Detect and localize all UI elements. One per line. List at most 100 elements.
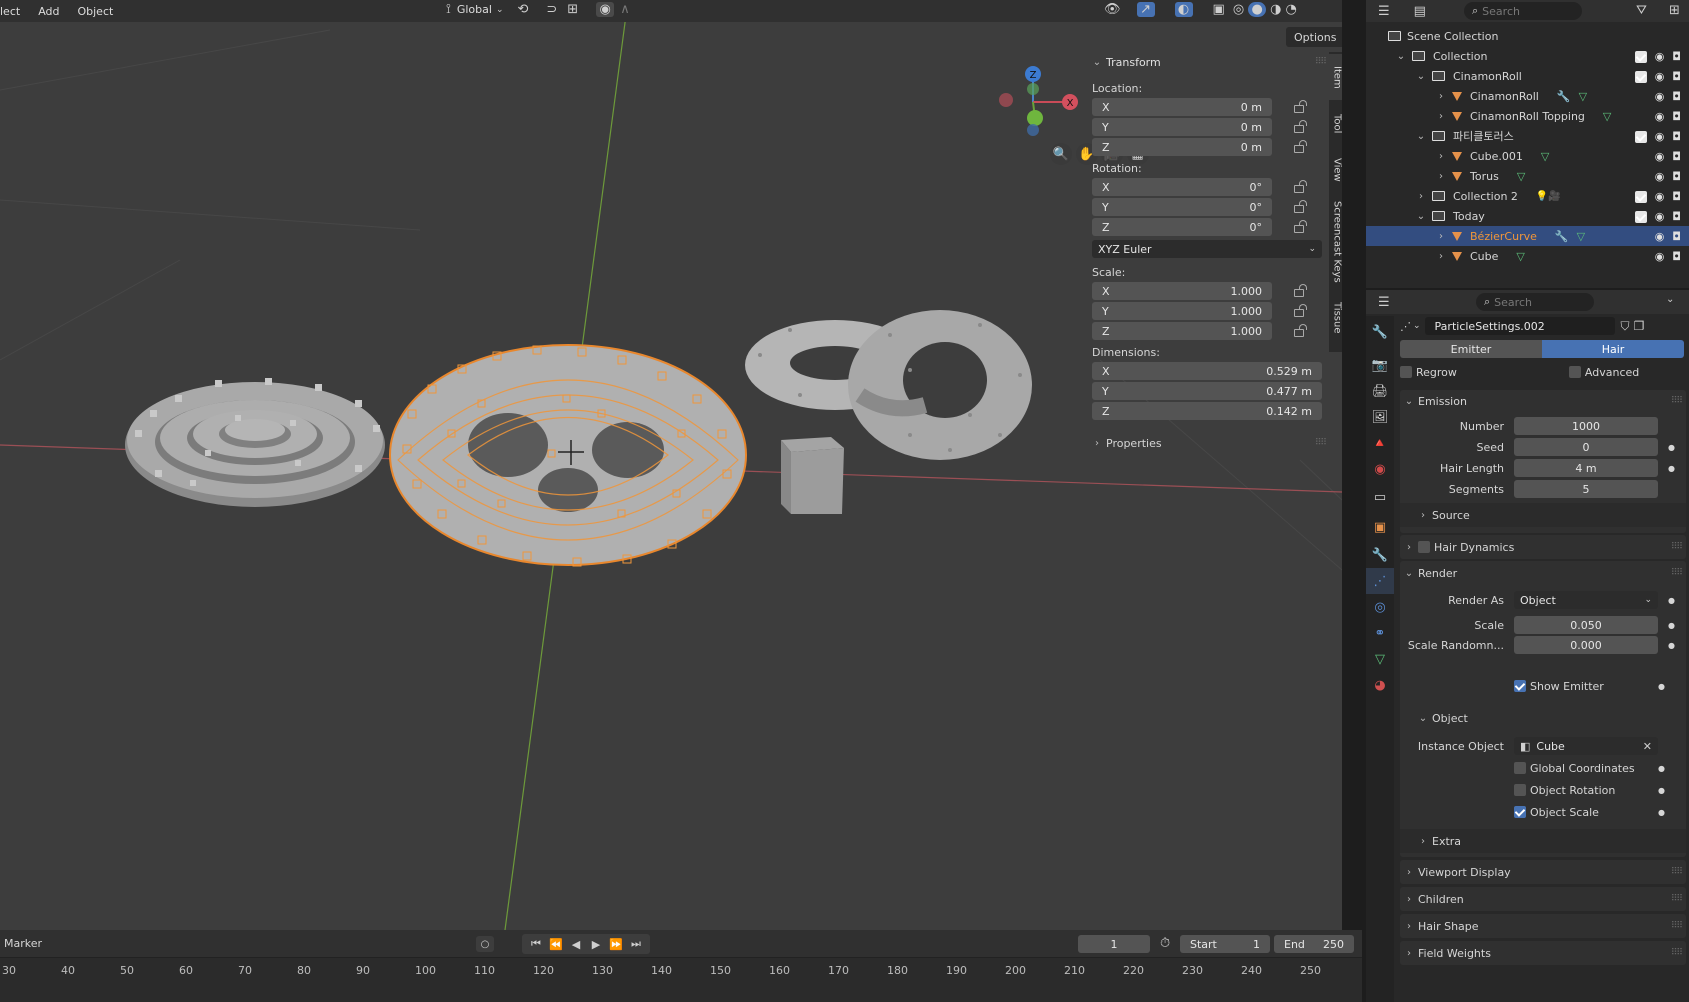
emission-field-input[interactable]: 0 xyxy=(1514,438,1658,456)
outliner-search-input[interactable]: ⌕ Search xyxy=(1464,2,1582,20)
bezier-curve-object[interactable] xyxy=(388,340,748,570)
exclude-checkbox[interactable] xyxy=(1634,50,1647,63)
rotation-mode-dropdown[interactable]: XYZ Euler ⌄ xyxy=(1092,240,1322,258)
xray-icon[interactable]: ▣ xyxy=(1213,2,1225,17)
outliner-item[interactable]: › CinamonRoll Topping ▽ ◉ ◘ xyxy=(1366,106,1689,126)
marker-menu[interactable]: Marker xyxy=(4,937,42,950)
scale-field[interactable]: Z 1.000 xyxy=(1092,322,1272,340)
extra-subpanel[interactable]: › Extra xyxy=(1400,829,1686,853)
lock-icon[interactable] xyxy=(1294,324,1307,337)
rotation-field[interactable]: Z 0° xyxy=(1092,218,1272,236)
eye-icon[interactable]: ◉ xyxy=(1655,210,1665,223)
outliner-item[interactable]: ⌄ CinamonRoll ◉ ◘ xyxy=(1366,66,1689,86)
modifier-tab-icon[interactable]: 🔧 xyxy=(1366,542,1394,568)
outliner-item[interactable]: ⌄ 파티클토러스 ◉ ◘ xyxy=(1366,126,1689,146)
rotation-field[interactable]: Y 0° xyxy=(1092,198,1272,216)
frame-ruler[interactable]: 30 40 50 60 70 80 90 100 110 120 130 140 150 160 170 18… xyxy=(0,958,1362,982)
eye-icon[interactable]: ◉ xyxy=(1655,230,1665,243)
cube-object[interactable] xyxy=(776,432,846,522)
mesh-data-icon[interactable]: ▽ xyxy=(1577,230,1585,243)
lock-icon[interactable] xyxy=(1294,100,1307,113)
keyframe-record-icon[interactable]: ○ xyxy=(476,936,494,952)
mesh-data-icon[interactable]: ▽ xyxy=(1579,90,1587,103)
render-camera-icon[interactable]: ◘ xyxy=(1672,210,1681,223)
modifier-icon[interactable]: 🔧 xyxy=(1555,230,1569,243)
render-scale-field[interactable]: 0.050 xyxy=(1514,616,1658,634)
material-tab-icon[interactable]: ◕ xyxy=(1366,672,1394,698)
next-keyframe-icon[interactable]: ⏩ xyxy=(606,938,626,951)
panel-children[interactable]: › Children ⠿⠿ xyxy=(1400,887,1686,911)
options-dropdown[interactable]: Options ⌄ xyxy=(1286,27,1342,47)
render-camera-icon[interactable]: ◘ xyxy=(1672,150,1681,163)
snap-icon[interactable]: ⊃ xyxy=(546,2,557,17)
hair-type-tab[interactable]: Hair xyxy=(1542,340,1684,358)
keyframe-dot[interactable]: ● xyxy=(1668,464,1675,473)
emission-field-input[interactable]: 1000 xyxy=(1514,417,1658,435)
jump-end-icon[interactable]: ⏭ xyxy=(626,937,646,951)
lock-icon[interactable] xyxy=(1294,140,1307,153)
wireframe-shading-icon[interactable]: ◎ xyxy=(1233,2,1244,17)
outliner-item[interactable]: › Cube.001 ▽ ◉ ◘ xyxy=(1366,146,1689,166)
render-camera-icon[interactable]: ◘ xyxy=(1672,250,1681,263)
lock-icon[interactable] xyxy=(1294,220,1307,233)
close-icon[interactable]: ✕ xyxy=(1643,740,1652,753)
scene-tab-icon[interactable]: 🔺 xyxy=(1366,430,1394,456)
drag-handle-icon[interactable]: ⠿⠿ xyxy=(1315,438,1327,448)
outliner-item[interactable]: ⌄ Collection ◉ ◘ xyxy=(1366,46,1689,66)
output-tab-icon[interactable]: 🖨 xyxy=(1366,378,1394,404)
scale-randomness-field[interactable]: 0.000 xyxy=(1514,636,1658,654)
eye-icon[interactable]: ◉ xyxy=(1655,170,1665,183)
prev-keyframe-icon[interactable]: ⏪ xyxy=(546,938,566,951)
menu-item-object[interactable]: Object xyxy=(77,5,113,18)
instance-object-field[interactable]: ◧ Cube ✕ xyxy=(1514,737,1658,755)
navigation-gizmo[interactable]: Z X xyxy=(988,62,1078,142)
mesh-data-icon[interactable]: ▽ xyxy=(1541,150,1549,163)
render-camera-icon[interactable]: ◘ xyxy=(1672,230,1681,243)
chevron-right-icon[interactable]: › xyxy=(1436,171,1446,182)
scale-field[interactable]: X 1.000 xyxy=(1092,282,1272,300)
area-divider[interactable] xyxy=(1342,0,1366,930)
outliner-item[interactable]: › Collection 2 💡🎥 ◉ ◘ xyxy=(1366,186,1689,206)
render-camera-icon[interactable]: ◘ xyxy=(1672,170,1681,183)
chevron-down-icon[interactable]: ⌄ xyxy=(1416,71,1426,82)
tool-tab-icon[interactable]: 🔧 xyxy=(1366,320,1394,344)
panel-field-weights[interactable]: › Field Weights ⠿⠿ xyxy=(1400,941,1686,965)
drag-handle-icon[interactable]: ⠿⠿ xyxy=(1671,921,1683,931)
dimensions-field[interactable]: Z 0.142 m xyxy=(1092,402,1322,420)
current-frame-field[interactable]: 1 xyxy=(1078,935,1150,953)
outliner-item[interactable]: › Cube ▽ ◉ ◘ xyxy=(1366,246,1689,266)
panel-viewport-display[interactable]: › Viewport Display ⠿⠿ xyxy=(1400,860,1686,884)
rendered-shading-icon[interactable]: ◔ xyxy=(1286,2,1297,17)
eye-icon[interactable]: ◉ xyxy=(1655,110,1665,123)
drag-handle-icon[interactable]: ⠿⠿ xyxy=(1315,57,1327,67)
rotation-field[interactable]: X 0° xyxy=(1092,178,1272,196)
chevron-down-icon[interactable]: ⌄ xyxy=(1396,51,1406,62)
chevron-down-icon[interactable]: ⌄ xyxy=(1092,57,1102,68)
cinamon-roll-object[interactable] xyxy=(115,370,395,520)
pivot-icon[interactable]: ⟲ xyxy=(517,2,528,17)
viewport[interactable]: Z X 🔍 ✋ 🎥 ▦ lect Add Object ⟟ Global ⌄ ⟲… xyxy=(0,0,1342,930)
gizmo-toggle-icon[interactable]: ↗ xyxy=(1136,2,1155,17)
hair-dynamics-checkbox[interactable] xyxy=(1418,541,1430,553)
drag-handle-icon[interactable]: ⠿⠿ xyxy=(1671,568,1683,578)
dimensions-field[interactable]: Y 0.477 m xyxy=(1092,382,1322,400)
hair-dynamics-panel[interactable]: › Hair Dynamics ⠿⠿ xyxy=(1400,535,1686,559)
render-tab-icon[interactable]: 📷 xyxy=(1366,352,1394,378)
regrow-checkbox[interactable] xyxy=(1400,366,1412,378)
transform-panel-title[interactable]: Transform xyxy=(1106,56,1161,69)
display-mode-icon[interactable]: ▤ xyxy=(1414,4,1426,19)
new-collection-icon[interactable]: ⊞ xyxy=(1669,3,1680,18)
keyframe-dot[interactable]: ● xyxy=(1658,764,1665,773)
constraints-tab-icon[interactable]: ⚭ xyxy=(1366,620,1394,646)
location-field[interactable]: Y 0 m xyxy=(1092,118,1272,136)
modifier-icon[interactable]: 🔧 xyxy=(1557,90,1571,103)
lock-icon[interactable] xyxy=(1294,304,1307,317)
menu-item-select[interactable]: lect xyxy=(0,5,20,18)
lock-icon[interactable] xyxy=(1294,284,1307,297)
editor-type-icon[interactable]: ☰ xyxy=(1378,295,1390,310)
keyframe-dot[interactable]: ● xyxy=(1658,808,1665,817)
particles-tab-icon[interactable]: ⋰ xyxy=(1366,568,1394,594)
render-camera-icon[interactable]: ◘ xyxy=(1672,70,1681,83)
emission-field-input[interactable]: 5 xyxy=(1514,480,1658,498)
source-subpanel[interactable]: › Source xyxy=(1400,503,1686,527)
